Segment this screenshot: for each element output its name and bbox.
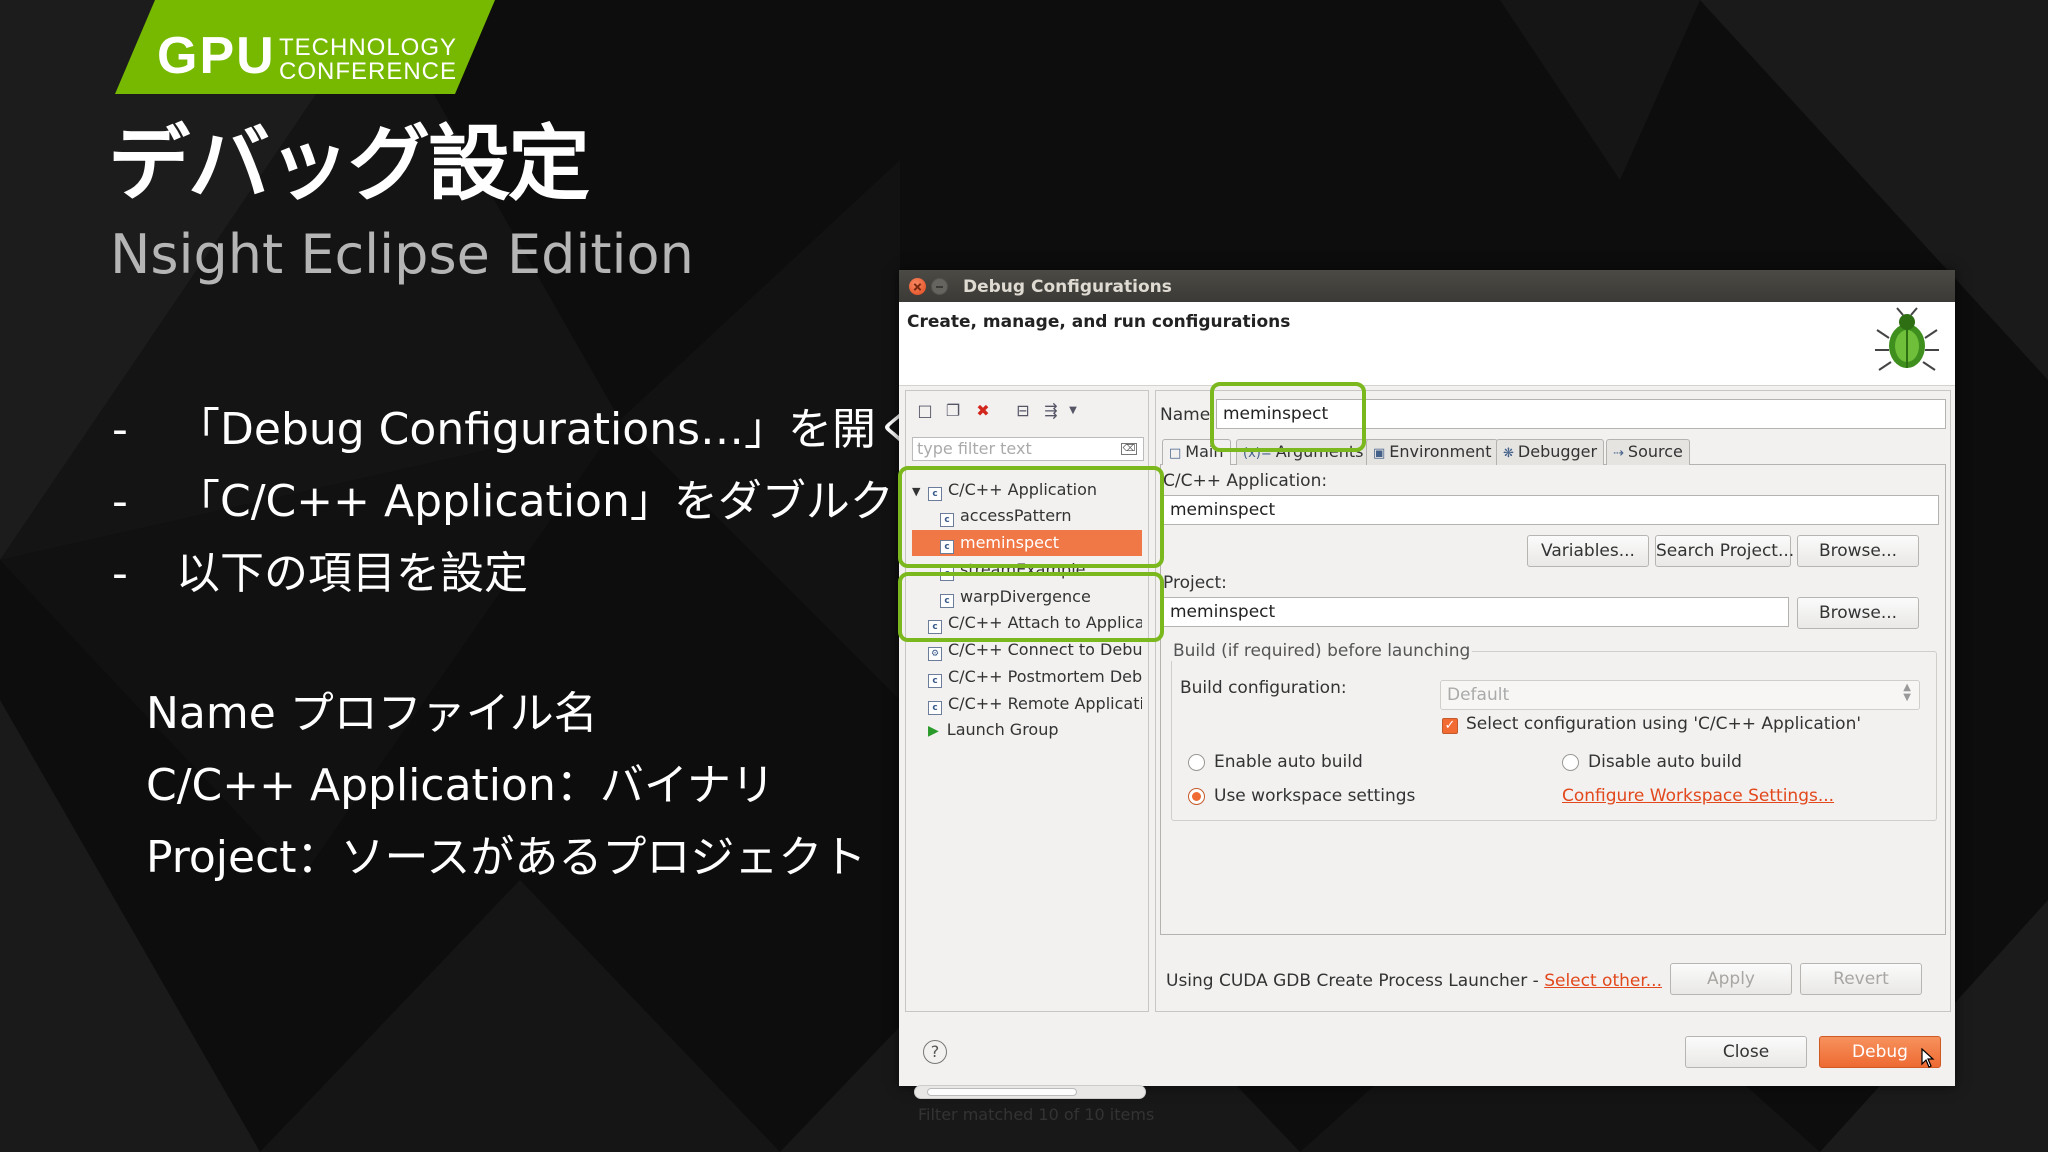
enable-auto-build-radio[interactable] [1188,754,1205,771]
select-config-checkbox[interactable]: ✓ [1442,718,1458,734]
select-other-link[interactable]: Select other... [1544,971,1662,991]
browse-application-button[interactable]: Browse... [1797,535,1919,567]
setting-name: Name プロファイル名 [146,688,598,739]
tab-source[interactable]: ⇢ Source [1606,439,1690,465]
browse-project-button[interactable]: Browse... [1797,597,1919,629]
debugger-tab-icon: ❋ [1503,446,1514,461]
tree-item-label: C/C++ Postmortem Debu [948,667,1142,686]
apply-button[interactable]: Apply [1670,963,1792,995]
gtc-line1: TECHNOLOGY [279,34,458,61]
tree-item-label: Launch Group [946,720,1059,739]
launcher-text: Using CUDA GDB Create Process Launcher - [1166,971,1545,991]
configuration-detail-pane: Name: meminspect □ Main (x)= Arguments ▣ En… [1155,390,1951,1012]
revert-button[interactable]: Revert [1800,963,1922,995]
tree-item-label: C/C++ Remote Applicatic [948,694,1142,713]
setting-application: C/C++ Application：バイナリ [146,760,775,811]
name-label: Name: [1160,405,1216,425]
close-button[interactable]: Close [1685,1036,1807,1068]
tab-debugger[interactable]: ❋ Debugger [1496,439,1605,465]
slide-subtitle: Nsight Eclipse Edition [110,223,694,286]
dialog-title: Debug Configurations [963,277,1172,297]
delete-icon[interactable]: ✖ [974,401,992,421]
filter-input[interactable]: type filter text ⌫ [912,437,1144,461]
source-tab-icon: ⇢ [1613,446,1624,461]
window-close-icon[interactable] [909,278,926,295]
c-app-icon: c [928,674,942,688]
select-config-label: Select configuration using 'C/C++ Applic… [1466,714,1862,734]
application-input[interactable]: meminspect [1163,495,1939,525]
tree-item-remote[interactable]: c C/C++ Remote Applicatic [928,691,1142,717]
settings-list: Name プロファイル名 C/C++ Application：バイナリ Proj… [146,684,926,900]
filter-placeholder: type filter text [917,439,1032,458]
new-config-icon[interactable]: □ [916,401,934,421]
disable-auto-build-label: Disable auto build [1588,752,1742,772]
tree-item-launch-group[interactable]: ▶ Launch Group [928,717,1142,743]
bullet-dash: - [112,476,128,527]
bullet-dash: - [112,548,128,599]
gtc-logo: GPU TECHNOLOGY CONFERENCE [115,0,495,94]
setting-project: Project：ソースがあるプロジェクト [146,832,867,883]
build-config-label: Build configuration: [1180,678,1347,698]
highlight-name [1210,382,1366,452]
config-toolbar: □ ❐ ✖ ⊟ ⇶ ▼ [914,399,1142,425]
enable-auto-build-label: Enable auto build [1214,752,1363,772]
tab-label: Source [1627,442,1683,461]
use-workspace-radio[interactable] [1188,788,1205,805]
gtc-line2: CONFERENCE [279,58,458,85]
variables-button[interactable]: Variables... [1527,535,1649,567]
build-group-title: Build (if required) before launching [1171,641,1473,661]
c-app-icon: c [928,701,942,715]
tab-environment[interactable]: ▣ Environment [1366,439,1499,465]
slide-title: デバッグ設定 [108,117,590,212]
disable-auto-build-radio[interactable] [1562,754,1579,771]
project-label: Project: [1163,573,1227,593]
scrollbar-thumb[interactable] [927,1088,1077,1096]
bullet-item: - 「C/C++ Application」をダブルクリック [112,472,1026,544]
bullet-text: 以下の項目を設定 [176,548,528,599]
environment-tab-icon: ▣ [1373,446,1386,461]
project-input[interactable]: meminspect [1163,597,1789,627]
dialog-header-text: Create, manage, and run configurations [907,312,1291,332]
launcher-info: Using CUDA GDB Create Process Launcher -… [1166,971,1662,991]
bullet-item: - 「Debug Configurations…」を開く [112,400,920,472]
help-icon[interactable]: ? [923,1040,947,1064]
clear-filter-icon[interactable]: ⌫ [1121,443,1137,455]
use-workspace-label: Use workspace settings [1214,786,1416,806]
main-tab-panel: C/C++ Application: meminspect Variables.… [1160,465,1946,935]
configure-workspace-link[interactable]: Configure Workspace Settings... [1562,786,1834,806]
tab-label: Debugger [1517,442,1598,461]
bullet-list: - 「Debug Configurations…」を開く - 「C/C++ Ap… [112,400,1026,616]
gtc-gpu-text: GPU [157,27,276,85]
main-tab-icon: □ [1169,446,1182,461]
collapse-all-icon[interactable]: ⊟ [1014,401,1032,421]
dialog-titlebar[interactable]: Debug Configurations [899,270,1955,302]
tree-item-label: C/C++ Connect to Debug [948,640,1142,659]
launch-group-icon: ▶ [928,723,939,739]
dialog-header: Create, manage, and run configurations [899,302,1955,386]
duplicate-icon[interactable]: ❐ [944,401,962,421]
tree-horizontal-scrollbar[interactable] [914,1085,1146,1099]
select-updown-icon: ▲ ▼ [1903,682,1911,703]
build-config-select[interactable]: Default ▲ ▼ [1440,680,1920,710]
dropdown-icon[interactable]: ▼ [1064,401,1082,421]
debug-configurations-dialog: Debug Configurations Create, manage, and… [899,270,1955,1124]
connect-icon: ⚙ [928,647,942,661]
bullet-dash: - [112,404,128,455]
mouse-cursor-icon [1921,1048,1935,1068]
gtc-subtext: TECHNOLOGY CONFERENCE [279,36,457,84]
bullet-item: - 以下の項目を設定 [112,544,892,616]
filter-status: Filter matched 10 of 10 items [918,1105,1155,1124]
bullet-text: 「Debug Configurations…」を開く [176,404,921,455]
filter-icon[interactable]: ⇶ [1042,401,1060,421]
highlight-project [898,572,1164,642]
search-project-button[interactable]: Search Project... [1655,535,1794,567]
build-config-value: Default [1447,685,1510,705]
highlight-application [898,466,1164,568]
window-minimize-icon[interactable] [931,278,948,295]
application-label: C/C++ Application: [1163,471,1328,491]
build-group: Build configuration: Default ▲ ▼ ✓ Select… [1171,651,1937,821]
bug-icon [1875,307,1939,371]
tab-label: Environment [1389,442,1492,461]
tree-item-postmortem[interactable]: c C/C++ Postmortem Debu [928,664,1142,690]
